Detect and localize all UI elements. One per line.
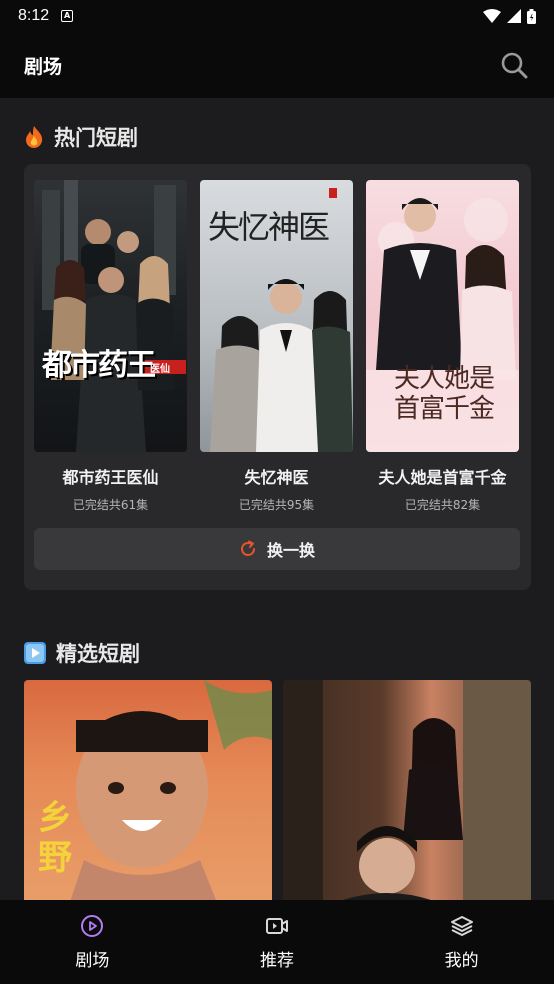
card-episode-count: 已完结共95集 xyxy=(238,498,315,512)
fire-icon xyxy=(26,126,43,148)
featured-drama-card[interactable] xyxy=(283,680,531,900)
hot-panel: 都市药王 医仙 都市药王医仙 已完结共61集 失忆神医 失忆神医 已完结共95集… xyxy=(24,164,531,590)
tab-mine[interactable]: 我的 xyxy=(369,900,554,984)
status-bar: 8:12 A xyxy=(0,0,554,32)
card-episode-count: 已完结共61集 xyxy=(72,498,149,512)
layers-icon xyxy=(450,916,473,936)
poster-image[interactable]: 失忆神医 xyxy=(200,180,353,452)
featured-section-header: 精选短剧 xyxy=(24,638,140,668)
card-episode-count: 已完结共82集 xyxy=(404,498,481,512)
wifi-icon xyxy=(483,9,501,23)
drama-card[interactable]: 失忆神医 失忆神医 已完结共95集 xyxy=(200,180,353,513)
content-area[interactable]: 热门短剧 都市药王 医仙 都市药王医仙 已完结共61集 失忆神医 失忆神医 已完… xyxy=(0,98,554,900)
section-title: 热门短剧 xyxy=(54,126,138,150)
tab-label: 推荐 xyxy=(260,951,294,971)
card-title: 都市药王医仙 xyxy=(62,468,159,487)
poster-title-text: 都市药王 xyxy=(42,348,156,383)
tab-recommend[interactable]: 推荐 xyxy=(185,900,370,984)
battery-icon xyxy=(527,8,536,24)
tab-label: 剧场 xyxy=(75,951,110,971)
poster-image[interactable]: 夫人她是首富千金 xyxy=(366,180,519,452)
search-icon xyxy=(501,52,528,79)
refresh-icon xyxy=(241,540,255,556)
hot-section-header: 热门短剧 xyxy=(24,122,138,152)
notification-icon: A xyxy=(61,10,74,22)
status-time: 8:12 xyxy=(18,7,50,24)
poster-title-text: 夫人她是首富千金 xyxy=(393,364,495,424)
section-title: 精选短剧 xyxy=(56,642,140,666)
tab-label: 我的 xyxy=(444,951,479,971)
bottom-tab-bar: 剧场 推荐 我的 xyxy=(0,900,554,984)
page-title: 剧场 xyxy=(24,55,63,78)
signal-icon xyxy=(507,9,521,23)
card-title: 夫人她是首富千金 xyxy=(378,468,507,487)
drama-card[interactable]: 夫人她是首富千金 夫人她是首富千金 已完结共82集 xyxy=(366,180,519,513)
poster-tag-text: 医仙 xyxy=(150,364,170,375)
poster-image[interactable]: 都市药王 医仙 xyxy=(34,180,187,452)
play-circle-icon xyxy=(81,915,104,937)
featured-drama-card[interactable]: 乡野 xyxy=(24,680,272,900)
refresh-label: 换一换 xyxy=(266,541,315,560)
video-icon xyxy=(266,918,288,934)
tab-theater[interactable]: 剧场 xyxy=(0,900,185,984)
app-header: 剧场 xyxy=(0,32,554,98)
card-title: 失忆神医 xyxy=(244,468,309,487)
drama-card[interactable]: 都市药王 医仙 都市药王医仙 已完结共61集 xyxy=(34,180,187,513)
refresh-button[interactable]: 换一换 xyxy=(34,528,520,570)
poster-title-text: 乡野 xyxy=(38,798,72,878)
search-button[interactable] xyxy=(498,49,530,81)
status-icons xyxy=(483,8,536,24)
poster-title-text: 失忆神医 xyxy=(208,208,330,246)
play-square-icon xyxy=(24,642,46,664)
